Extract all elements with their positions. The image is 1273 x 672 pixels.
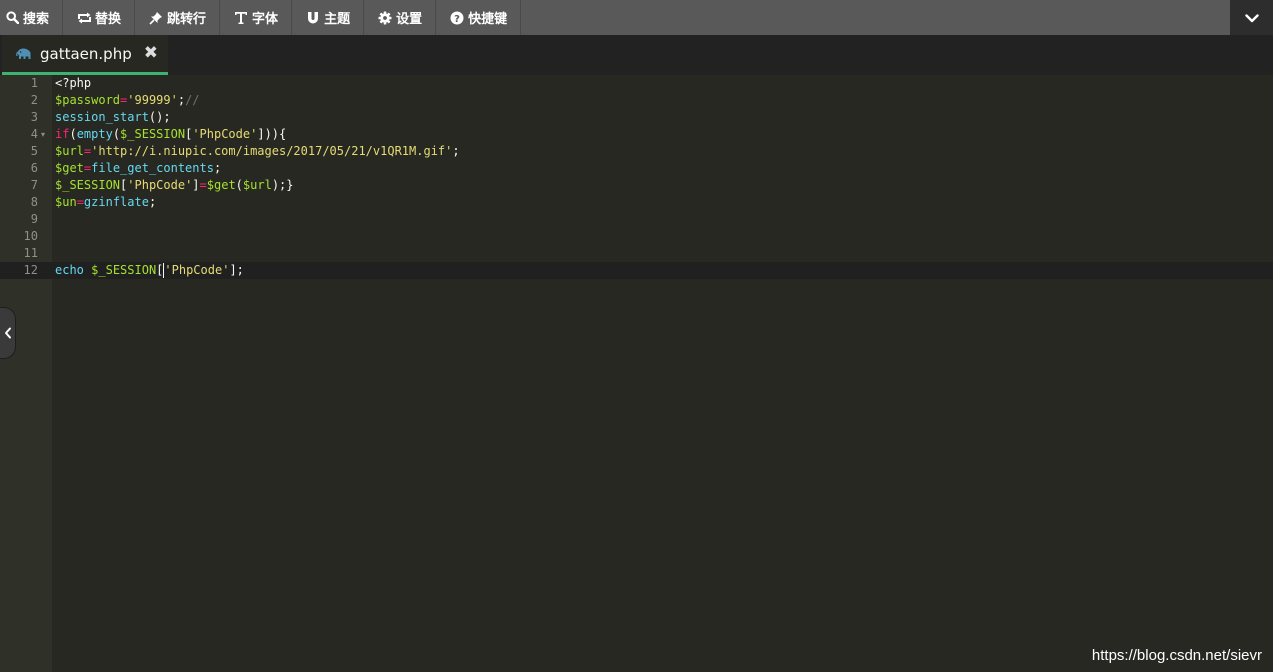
code-line[interactable]: $un=gzinflate; (55, 194, 156, 211)
tab-close-icon[interactable]: ✖ (144, 45, 158, 62)
code-token: 'PhpCode' (127, 178, 193, 192)
code-token: ; (148, 195, 157, 209)
code-token: ( (235, 178, 243, 192)
code-line[interactable]: $url='http://i.niupic.com/images/2017/05… (55, 143, 460, 160)
shortcuts-label: 快捷键 (468, 12, 508, 27)
line-number: 6 (30, 161, 38, 175)
php-elephant-icon (16, 48, 32, 60)
replace-button[interactable]: 替换 (63, 0, 136, 35)
magnet-icon (305, 10, 321, 26)
code-token: $_SESSION (91, 263, 157, 277)
code-token: 'PhpCode' (164, 263, 230, 277)
goto-line-button[interactable]: 跳转行 (135, 0, 221, 35)
replace-icon (76, 10, 92, 26)
sidebar-toggle-button[interactable] (0, 307, 16, 359)
tab-bar: gattaen.php ✖ (0, 35, 1273, 75)
pin-icon (148, 10, 164, 26)
code-token: '99999' (127, 93, 178, 107)
tab-filename: gattaen.php (40, 44, 132, 63)
font-button[interactable]: 字体 (220, 0, 293, 35)
goto-line-label: 跳转行 (167, 12, 207, 27)
code-line[interactable]: if(empty($_SESSION['PhpCode'])){ (55, 126, 286, 143)
chevron-down-icon (1244, 8, 1259, 27)
code-token: = (199, 178, 207, 192)
replace-label: 替换 (95, 12, 122, 27)
code-token: ; (452, 144, 460, 158)
line-number: 10 (23, 229, 38, 243)
code-token: = (76, 195, 84, 209)
search-button[interactable]: 搜索 (0, 0, 64, 35)
code-token: $get (55, 161, 84, 175)
code-line[interactable]: $_SESSION['PhpCode']=$get($url);} (55, 177, 294, 194)
code-token: if (55, 127, 70, 141)
shortcuts-button[interactable]: ? 快捷键 (436, 0, 522, 35)
code-token: gzinflate (83, 195, 149, 209)
code-line[interactable]: echo $_SESSION['PhpCode']; (55, 262, 244, 279)
line-number: 1 (30, 76, 38, 90)
line-number: 12 (23, 263, 38, 277)
code-token: <?php (55, 76, 92, 90)
code-line[interactable]: session_start(); (55, 109, 171, 126)
code-line[interactable]: <?php (55, 75, 91, 92)
code-editor[interactable] (52, 75, 1273, 672)
code-line[interactable]: $password='99999';// (55, 92, 200, 109)
code-token: $_SESSION (55, 178, 121, 192)
line-number: 3 (30, 110, 38, 124)
code-token: (); (148, 110, 171, 124)
search-label: 搜索 (23, 12, 50, 27)
top-toolbar: 搜索 替换 跳转行 字体 主题 设置 ? 快捷键 (0, 0, 1273, 35)
line-number: 8 (30, 195, 38, 209)
code-token: ; (213, 161, 222, 175)
gear-icon (377, 10, 393, 26)
code-token: ; (177, 93, 186, 107)
theme-label: 主题 (324, 12, 351, 27)
line-number: 5 (30, 144, 38, 158)
font-icon (233, 10, 249, 26)
search-icon (4, 10, 20, 26)
code-token: empty (76, 127, 113, 141)
line-number: 11 (23, 246, 38, 260)
code-token: ] (192, 178, 200, 192)
fold-arrow-icon[interactable]: ▾ (41, 126, 45, 143)
code-token: );} (271, 178, 294, 192)
font-label: 字体 (252, 12, 279, 27)
code-token: ]; (229, 263, 244, 277)
tab-file[interactable]: gattaen.php ✖ (2, 35, 168, 75)
theme-button[interactable]: 主题 (292, 0, 365, 35)
code-token: ])){ (257, 127, 287, 141)
line-number: 7 (30, 178, 38, 192)
line-number: 4 (30, 127, 38, 141)
code-token: ( (69, 127, 77, 141)
code-token: $get (206, 178, 236, 192)
code-token: 'http://i.niupic.com/images/2017/05/21/v… (91, 144, 453, 158)
line-number: 9 (30, 212, 38, 226)
code-token: 'PhpCode' (192, 127, 258, 141)
code-token: file_get_contents (91, 161, 214, 175)
code-line[interactable]: $get=file_get_contents; (55, 160, 221, 177)
chevron-left-icon (4, 324, 12, 343)
code-token: $password (55, 93, 121, 107)
settings-label: 设置 (396, 12, 423, 27)
svg-text:?: ? (454, 14, 460, 25)
code-token: $_SESSION (120, 127, 186, 141)
code-token: $url (55, 144, 84, 158)
toolbar-expand-button[interactable] (1230, 0, 1273, 35)
code-token: [ (156, 263, 164, 277)
line-number: 2 (30, 93, 38, 107)
code-token: // (185, 93, 200, 107)
code-token: session_start (55, 110, 149, 124)
code-token: $url (242, 178, 272, 192)
question-icon: ? (449, 10, 465, 26)
code-token: $un (55, 195, 77, 209)
watermark: https://blog.csdn.net/sievr (1091, 647, 1262, 664)
code-token: echo (55, 263, 84, 277)
settings-button[interactable]: 设置 (364, 0, 437, 35)
code-token: ( (112, 127, 121, 141)
